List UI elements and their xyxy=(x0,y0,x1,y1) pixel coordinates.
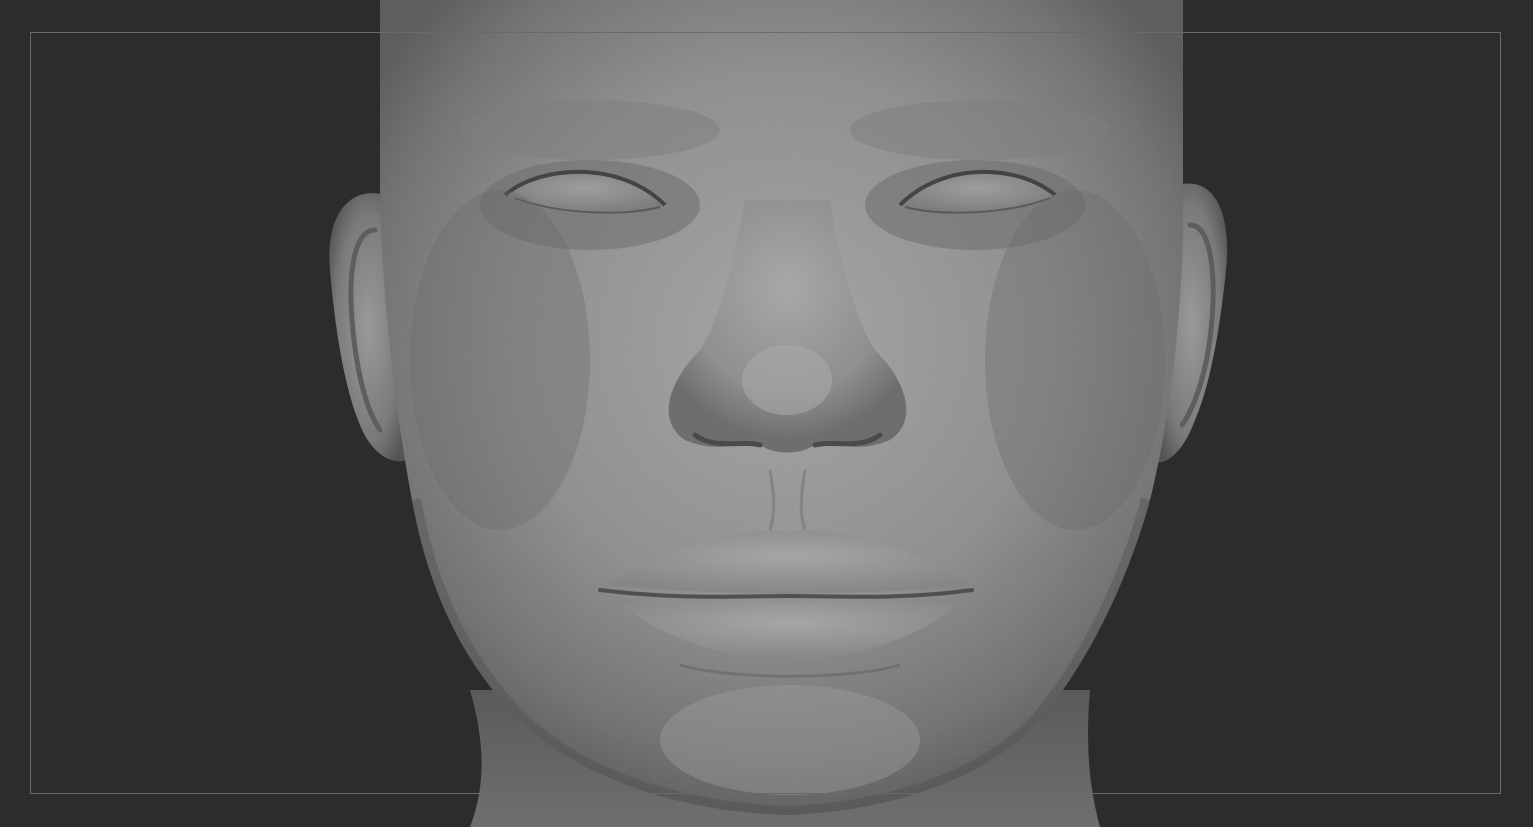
left-brow xyxy=(460,100,720,160)
right-brow xyxy=(850,100,1110,160)
chin xyxy=(660,685,920,795)
head-sculpt[interactable] xyxy=(0,0,1533,827)
canvas-viewport[interactable] xyxy=(0,0,1533,827)
